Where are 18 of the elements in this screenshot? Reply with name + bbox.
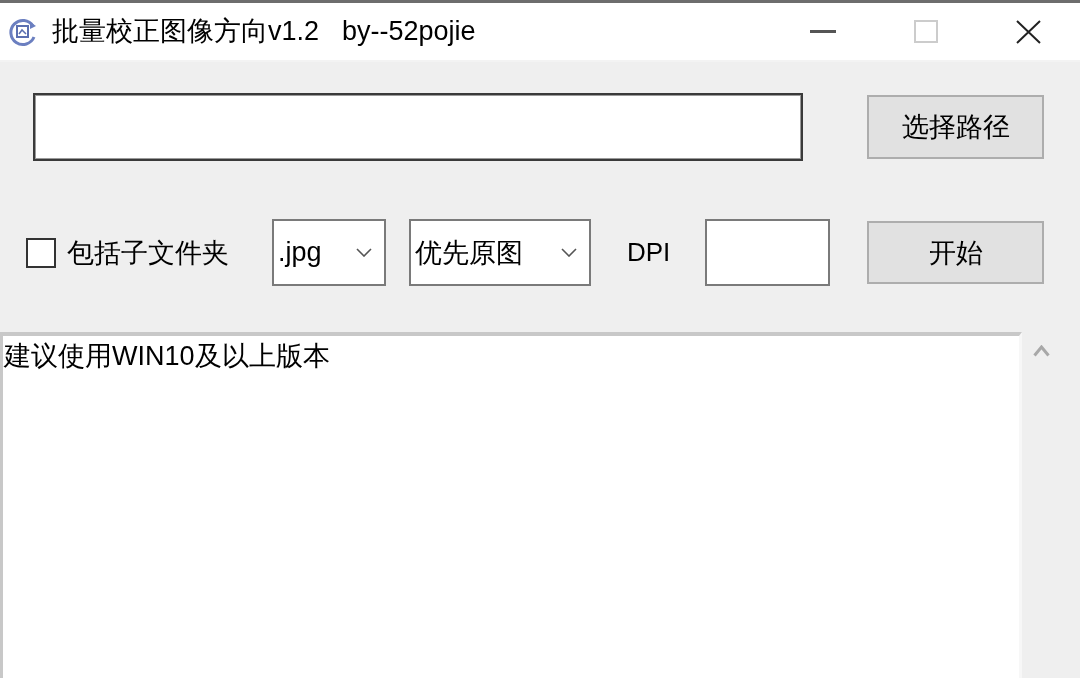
- window-title: 批量校正图像方向v1.2 by--52pojie: [52, 18, 476, 45]
- checkbox-label: 包括子文件夹: [67, 236, 229, 270]
- mode-dropdown[interactable]: 优先原图: [409, 219, 591, 286]
- dpi-label: DPI: [627, 237, 671, 268]
- path-input-field[interactable]: [33, 93, 803, 161]
- browse-button[interactable]: 选择路径: [867, 95, 1044, 159]
- start-button[interactable]: 开始: [867, 221, 1044, 284]
- close-icon: [1016, 19, 1041, 44]
- chevron-down-icon: [356, 248, 372, 257]
- chevron-down-icon: [561, 248, 577, 257]
- log-line: 建议使用WIN10及以上版本: [4, 340, 330, 372]
- maximize-icon: [913, 20, 938, 43]
- format-dropdown[interactable]: .jpg: [272, 219, 386, 286]
- dpi-input-field[interactable]: [705, 219, 830, 286]
- rotate-image-icon: [8, 16, 38, 47]
- minimize-icon: [809, 30, 836, 33]
- checkbox[interactable]: [26, 237, 56, 268]
- log-text-area[interactable]: 建议使用WIN10及以上版本: [0, 332, 1022, 678]
